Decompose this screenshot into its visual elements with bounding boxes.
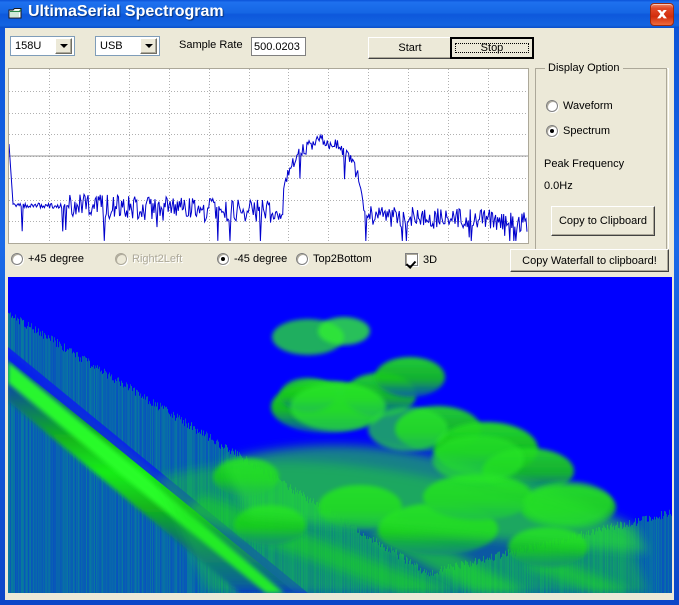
checkbox-3d-label: 3D — [423, 253, 438, 266]
radio-minus45[interactable]: -45 degree — [217, 253, 287, 265]
client-area: 158U USB Sample Rate 500.0203 Start Stop — [5, 28, 674, 600]
radio-waveform-label: Waveform — [563, 100, 613, 112]
radio-top2bottom-label: Top2Bottom — [313, 253, 372, 265]
peak-frequency-value: 0.0Hz — [544, 180, 573, 192]
radio-plus45-label: +45 degree — [28, 253, 84, 265]
waterfall-display[interactable] — [8, 277, 672, 593]
title-bar: UltimaSerial Spectrogram — [0, 0, 679, 28]
radio-spectrum-indicator[interactable] — [546, 125, 558, 137]
radio-spectrum-label: Spectrum — [563, 125, 611, 137]
radio-plus45[interactable]: +45 degree — [11, 253, 84, 265]
spectrum-chart-canvas — [9, 69, 528, 243]
radio-right2left-indicator — [115, 253, 127, 265]
peak-frequency-label: Peak Frequency — [544, 158, 625, 170]
radio-top2bottom[interactable]: Top2Bottom — [296, 253, 372, 265]
copy-waterfall-button[interactable]: Copy Waterfall to clipboard! — [510, 249, 669, 272]
sample-rate-value: 500.0203 — [254, 40, 300, 53]
checkbox-3d-indicator[interactable] — [405, 253, 418, 266]
radio-spectrum[interactable]: Spectrum — [546, 125, 610, 137]
mode-combo[interactable]: USB — [95, 36, 160, 56]
radio-right2left-label: Right2Left — [132, 253, 183, 265]
sample-rate-label: Sample Rate — [179, 39, 243, 51]
start-button-label: Start — [398, 42, 422, 54]
window-title: UltimaSerial Spectrogram — [28, 3, 224, 20]
radio-top2bottom-indicator[interactable] — [296, 253, 308, 265]
radio-minus45-label: -45 degree — [234, 253, 288, 265]
chevron-down-icon[interactable] — [55, 38, 72, 54]
radio-minus45-indicator[interactable] — [217, 253, 229, 265]
chevron-down-icon[interactable] — [140, 38, 157, 54]
close-icon[interactable] — [650, 3, 674, 26]
device-combo[interactable]: 158U — [10, 36, 75, 56]
copy-to-clipboard-button[interactable]: Copy to Clipboard — [551, 206, 655, 236]
waterfall-canvas — [8, 277, 672, 593]
checkbox-3d[interactable]: 3D — [405, 253, 437, 266]
radio-plus45-indicator[interactable] — [11, 253, 23, 265]
sample-rate-input[interactable]: 500.0203 — [251, 37, 306, 56]
display-option-title: Display Option — [545, 62, 623, 74]
radio-right2left: Right2Left — [115, 253, 182, 265]
start-button[interactable]: Start — [368, 37, 452, 59]
radio-waveform-indicator[interactable] — [546, 100, 558, 112]
spectrum-plot — [8, 68, 529, 244]
stop-button[interactable]: Stop — [450, 37, 534, 59]
window-document-icon — [8, 7, 23, 20]
application-window: UltimaSerial Spectrogram 158U USB Sample… — [0, 0, 679, 605]
copy-to-clipboard-label: Copy to Clipboard — [558, 215, 648, 227]
stop-button-label: Stop — [480, 42, 504, 54]
radio-waveform[interactable]: Waveform — [546, 100, 613, 112]
copy-waterfall-label: Copy Waterfall to clipboard! — [522, 254, 657, 267]
